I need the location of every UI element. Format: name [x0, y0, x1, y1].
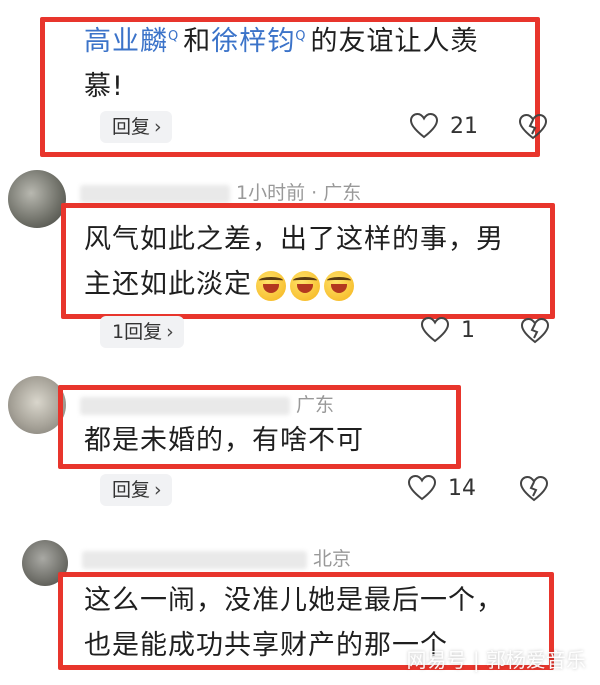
reply-button[interactable]: 回复 › — [100, 474, 172, 506]
reply-label: 回复 — [112, 479, 151, 501]
mention-link[interactable]: 高业麟 — [84, 26, 168, 57]
mention-separator: 和 — [183, 26, 212, 57]
search-icon: Q — [295, 29, 307, 44]
comment-text: 慕! — [84, 71, 124, 102]
chevron-right-icon: › — [154, 116, 162, 138]
heart-icon — [408, 475, 436, 501]
reply-button[interactable]: 回复 › — [100, 111, 172, 143]
avatar[interactable] — [8, 170, 66, 228]
comment-text: 也是能成功共享财产的那一个 — [84, 630, 448, 661]
comment-1-text: 高业麟Q 和徐梓钧Q 的友谊让人羡 慕! — [84, 14, 534, 109]
dislike-icon[interactable] — [520, 476, 548, 502]
comment-text: 都是未婚的，有啥不可 — [84, 425, 364, 456]
comment-meta-text: 北京 — [313, 548, 352, 570]
username-blurred — [80, 184, 230, 203]
crying-emoji-icon — [290, 270, 320, 301]
chevron-right-icon: › — [154, 479, 162, 501]
dislike-icon[interactable] — [519, 114, 547, 140]
like-count: 1 — [461, 317, 475, 343]
reply-label: 1回复 — [112, 321, 163, 343]
like-button[interactable]: 1 — [421, 317, 475, 343]
comment-text: 风气如此之差，出了这样的事，男 — [84, 224, 504, 255]
comment-2-text: 风气如此之差，出了这样的事，男 主还如此淡定 — [84, 217, 544, 307]
watermark: 网易号 | 郭杨爱音乐 — [406, 648, 586, 672]
comment-text: 这么一闹，没准儿她是最后一个， — [84, 585, 504, 616]
reply-label: 回复 — [112, 116, 151, 138]
search-icon: Q — [168, 29, 180, 44]
mention-link[interactable]: 徐梓钧 — [211, 26, 295, 57]
like-button[interactable]: 14 — [408, 475, 476, 501]
heart-icon — [410, 113, 438, 139]
chevron-right-icon: › — [166, 321, 174, 343]
crying-emoji-icon — [256, 270, 286, 301]
heart-icon — [421, 317, 449, 343]
comment-3-text: 都是未婚的，有啥不可 — [84, 418, 454, 463]
like-count: 21 — [450, 113, 478, 139]
like-button[interactable]: 21 — [410, 113, 478, 139]
reply-button[interactable]: 1回复 › — [100, 316, 184, 348]
dislike-icon[interactable] — [521, 318, 549, 344]
username-blurred — [82, 550, 307, 569]
comment-meta: 北京 — [82, 544, 351, 571]
comment-text: 的友谊让人羡 — [310, 26, 479, 57]
crying-emoji-icon — [324, 270, 354, 301]
like-count: 14 — [448, 475, 476, 501]
comment-text: 主还如此淡定 — [84, 269, 252, 300]
comment-meta-text: 1小时前 · 广东 — [236, 182, 362, 204]
comment-meta: 1小时前 · 广东 — [80, 178, 361, 205]
